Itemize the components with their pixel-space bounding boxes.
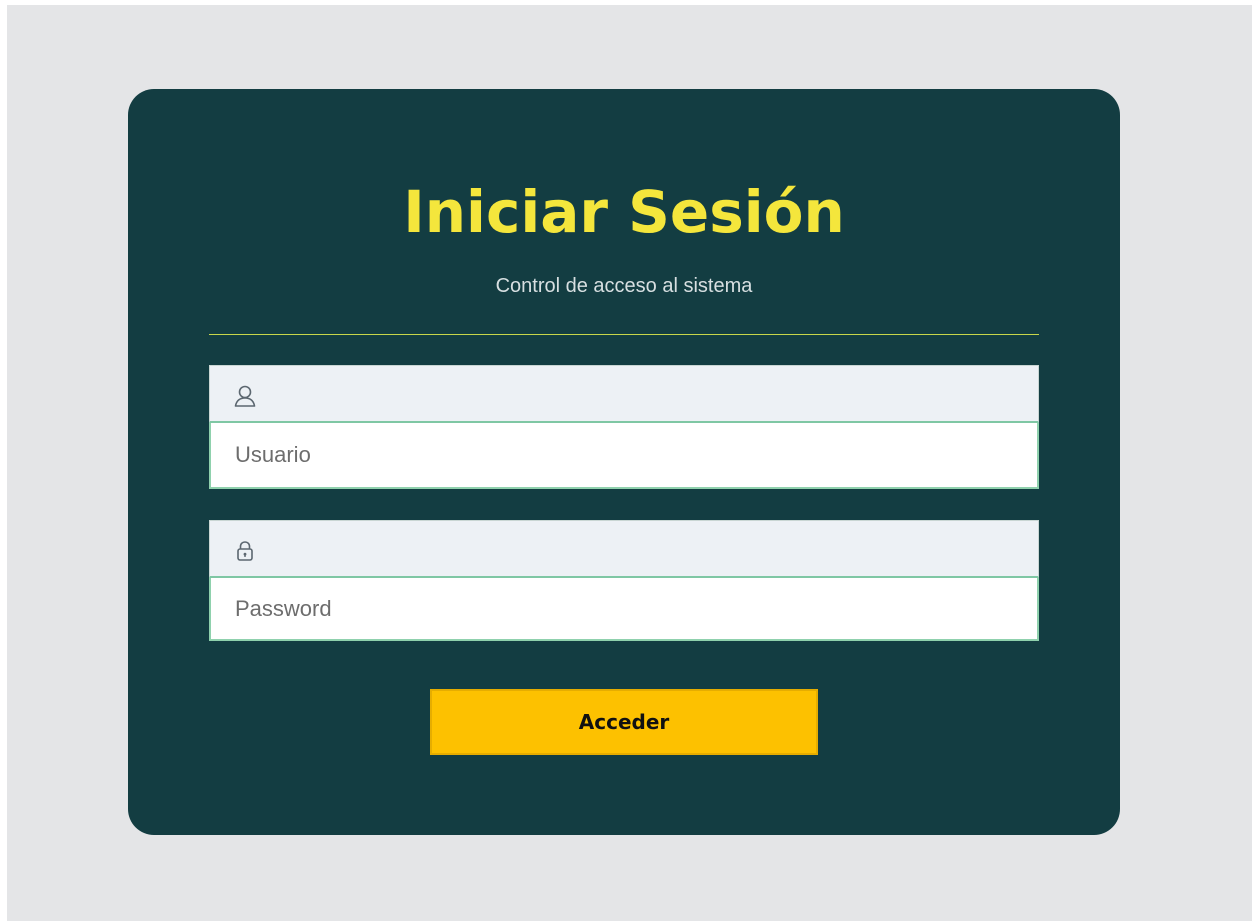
lock-icon	[232, 538, 258, 564]
login-card: Iniciar Sesión Control de acceso al sist…	[128, 89, 1120, 835]
acceder-button[interactable]: Acceder	[430, 689, 818, 755]
username-input[interactable]	[209, 423, 1039, 489]
password-field-group	[209, 520, 1039, 641]
page-subtitle: Control de acceso al sistema	[495, 275, 753, 297]
user-icon	[232, 383, 258, 409]
page-background: Iniciar Sesión Control de acceso al sist…	[7, 5, 1252, 921]
username-field-header	[209, 365, 1039, 423]
password-field-header	[209, 520, 1039, 578]
title-divider	[209, 334, 1039, 335]
username-field-group	[209, 365, 1039, 489]
page-title: Iniciar Sesión	[403, 178, 845, 246]
password-input[interactable]	[209, 578, 1039, 641]
